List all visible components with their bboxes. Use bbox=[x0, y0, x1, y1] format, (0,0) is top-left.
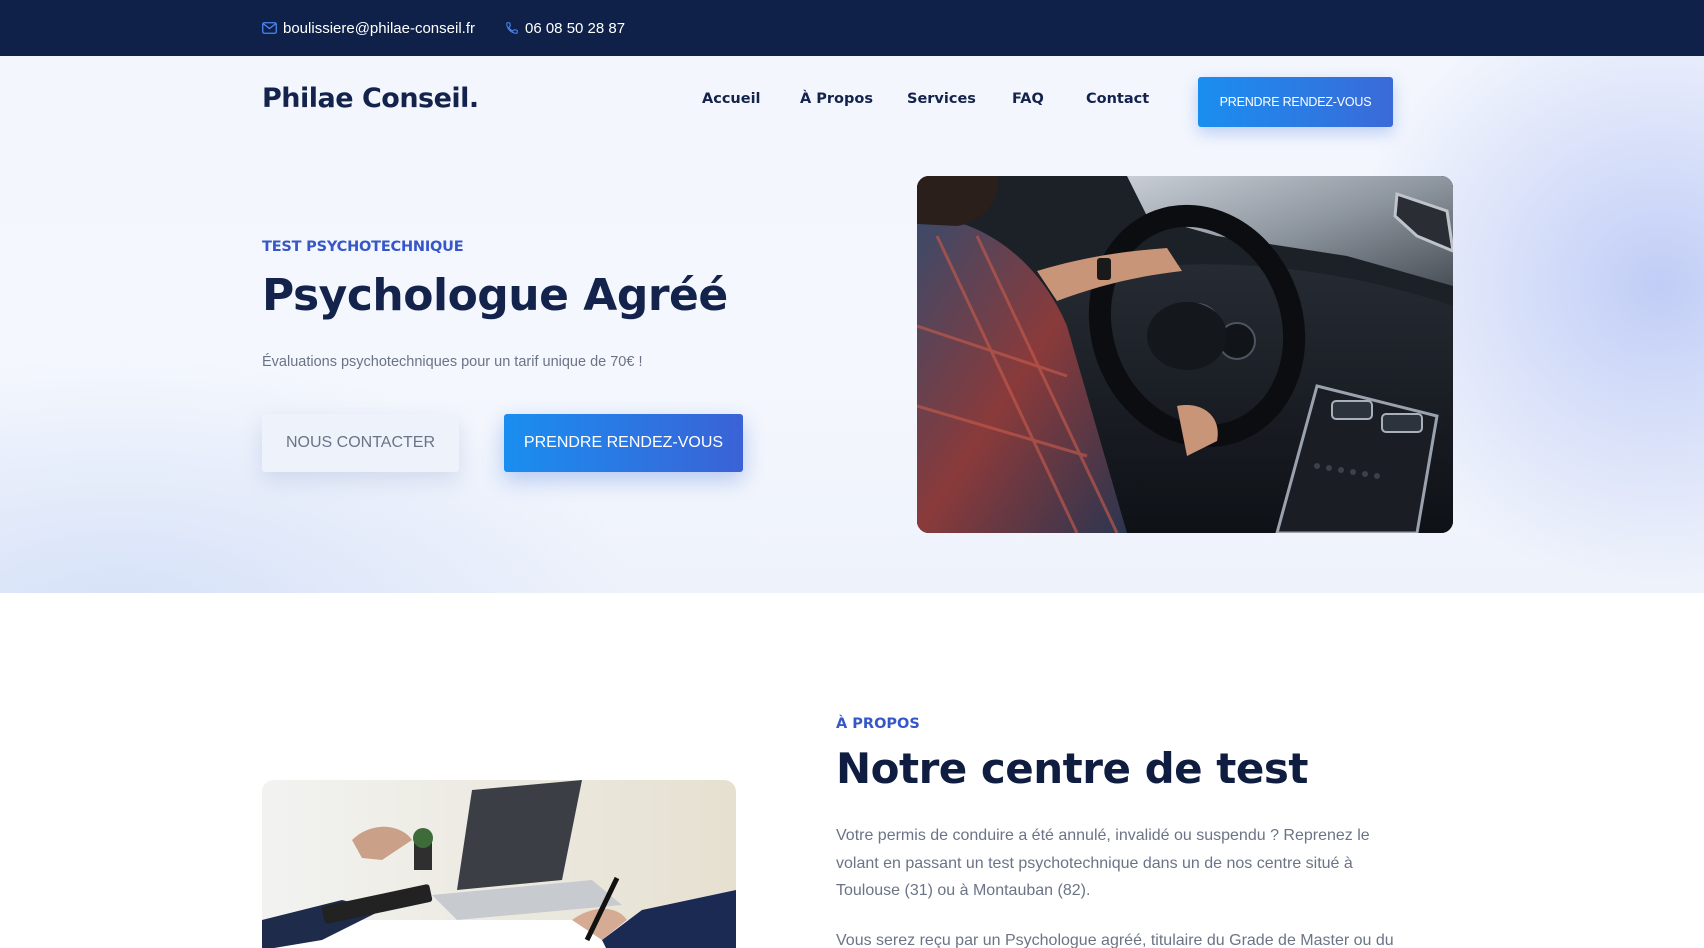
meeting-illustration bbox=[262, 780, 736, 948]
nav-item-contact[interactable]: Contact bbox=[1086, 91, 1149, 107]
driving-illustration bbox=[917, 176, 1453, 533]
about-eyebrow: À PROPOS bbox=[836, 716, 920, 732]
about-paragraph-1: Votre permis de conduire a été annulé, i… bbox=[836, 827, 1370, 899]
hero-subtitle: Évaluations psychotechniques pour un tar… bbox=[262, 354, 643, 370]
mail-icon bbox=[262, 22, 277, 34]
phone-text[interactable]: 06 08 50 28 87 bbox=[525, 20, 625, 37]
about-paragraph-2: Vous serez reçu par un Psychologue agréé… bbox=[836, 932, 1394, 948]
hero-title: Psychologue Agréé bbox=[262, 270, 728, 321]
nav-item-services[interactable]: Services bbox=[907, 91, 976, 107]
about-title: Notre centre de test bbox=[836, 744, 1308, 793]
phone-contact[interactable]: 06 08 50 28 87 bbox=[505, 20, 625, 37]
email-text[interactable]: boulissiere@philae-conseil.fr bbox=[283, 20, 475, 37]
hero-eyebrow: TEST PSYCHOTECHNIQUE bbox=[262, 239, 464, 255]
nav-item-a-propos[interactable]: À Propos bbox=[800, 91, 873, 107]
about-meeting-image bbox=[262, 780, 736, 948]
top-bar: boulissiere@philae-conseil.fr 06 08 50 2… bbox=[0, 0, 1704, 56]
hero-appointment-button[interactable]: PRENDRE RENDEZ-VOUS bbox=[504, 414, 743, 472]
email-contact[interactable]: boulissiere@philae-conseil.fr bbox=[262, 20, 475, 37]
contact-us-button[interactable]: NOUS CONTACTER bbox=[262, 414, 459, 472]
site-logo[interactable]: Philae Conseil. bbox=[262, 83, 479, 114]
header-appointment-button[interactable]: PRENDRE RENDEZ-VOUS bbox=[1198, 77, 1393, 127]
hero-driving-image bbox=[917, 176, 1453, 533]
nav-item-accueil[interactable]: Accueil bbox=[702, 91, 761, 107]
phone-icon bbox=[506, 22, 518, 34]
nav-item-faq[interactable]: FAQ bbox=[1012, 91, 1044, 107]
